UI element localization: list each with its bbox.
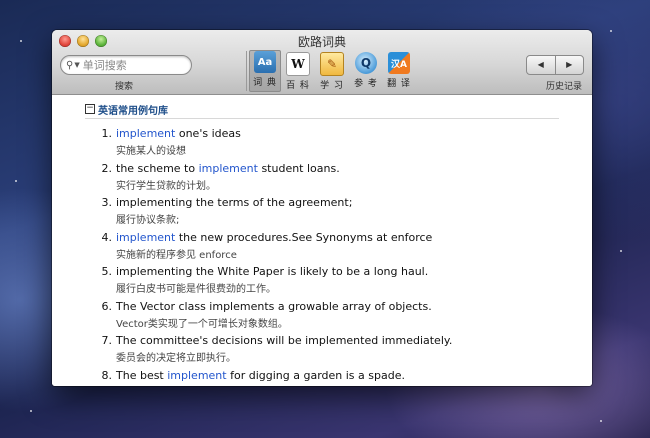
content-pane: − 英语常用例句库 1. implement one's ideas 实施某人的… — [52, 95, 592, 386]
star — [620, 250, 622, 252]
example-sentence: implement one's ideas — [116, 127, 241, 140]
item-number: 3. — [101, 196, 113, 209]
search-input[interactable] — [82, 58, 178, 72]
item-number: 6. — [101, 299, 113, 313]
tool-label: 词 典 — [253, 78, 277, 88]
star — [15, 180, 17, 182]
search-icon[interactable]: ⚲ — [66, 60, 73, 71]
star — [20, 40, 22, 42]
dictionary-icon: Aa — [254, 51, 276, 73]
star — [610, 30, 612, 32]
item-number: 2. — [101, 161, 113, 175]
app-window: 欧路词典 ⚲ ▼ 搜索 Aa 词 典 W 百 科 ✎ 学 习 Q 参 考 汉A … — [52, 30, 592, 386]
example-translation: Vector类实现了一个可增长对象数组。 — [116, 318, 288, 330]
example-sentence: The Vector class implements a growable a… — [116, 299, 432, 313]
example-sentence: The committee's decisions will be implem… — [116, 334, 453, 347]
example-sentence: implement the new procedures.See Synonym… — [116, 230, 433, 244]
item-number: 7. — [101, 334, 113, 347]
toolbar-divider — [246, 51, 247, 91]
tool-translate-button[interactable]: 汉A 翻 译 — [384, 52, 414, 89]
search-label: 搜索 — [115, 82, 134, 92]
translate-icon: 汉A — [388, 52, 410, 74]
tool-reference-button[interactable]: Q 参 考 — [351, 52, 381, 89]
tool-learn-button[interactable]: ✎ 学 习 — [317, 52, 347, 91]
example-translation: 实行学生贷款的计划。 — [116, 180, 216, 192]
example-translation: 委员会的决定将立即执行。 — [116, 353, 236, 364]
reference-icon: Q — [355, 52, 377, 74]
example-translation: 实施新的程序参见 enforce — [116, 249, 237, 261]
collapse-icon[interactable]: − — [85, 104, 95, 114]
history-segmented-control: ◀ ▶ — [526, 55, 584, 75]
example-translation: 履行白皮书可能是件很费劲的工作。 — [116, 284, 276, 295]
chevron-down-icon[interactable]: ▼ — [74, 61, 79, 69]
headword-link[interactable]: implement — [116, 231, 175, 244]
tool-label: 参 考 — [354, 79, 378, 89]
example-translation: 实施某人的设想 — [116, 146, 186, 157]
section-header[interactable]: − 英语常用例句库 — [85, 100, 559, 119]
section-title: 英语常用例句库 — [98, 105, 168, 117]
tool-label: 翻 译 — [387, 79, 411, 89]
history-label: 历史记录 — [545, 82, 582, 92]
tool-dictionary-button[interactable]: Aa 词 典 — [249, 50, 281, 92]
headword-link[interactable]: implement — [199, 162, 258, 175]
back-button[interactable]: ◀ — [527, 56, 556, 74]
item-number: 1. — [101, 127, 113, 140]
title-toolbar: 欧路词典 ⚲ ▼ 搜索 Aa 词 典 W 百 科 ✎ 学 习 Q 参 考 汉A … — [52, 30, 592, 95]
example-sentence: the scheme to implement student loans. — [116, 161, 340, 175]
tool-wikipedia-button[interactable]: W 百 科 — [283, 52, 313, 91]
item-number: 4. — [101, 230, 113, 244]
example-sentence: implementing the terms of the agreement; — [116, 196, 353, 209]
learn-icon: ✎ — [320, 52, 344, 76]
search-field[interactable]: ⚲ ▼ — [60, 55, 192, 75]
item-number: 5. — [101, 265, 113, 278]
example-sentence: The best implement for digging a garden … — [116, 368, 405, 382]
example-translation: 履行协议条款; — [116, 215, 180, 226]
headword-link[interactable]: implement — [116, 127, 175, 140]
star — [30, 410, 32, 412]
tool-label: 百 科 — [286, 81, 310, 91]
example-sentence: implementing the White Paper is likely t… — [116, 265, 429, 278]
window-title: 欧路词典 — [297, 35, 346, 49]
forward-button[interactable]: ▶ — [556, 56, 584, 74]
wikipedia-icon: W — [286, 52, 310, 76]
star — [600, 420, 602, 422]
tool-label: 学 习 — [320, 81, 344, 91]
item-number: 8. — [101, 368, 113, 382]
headword-link[interactable]: implement — [167, 369, 226, 382]
